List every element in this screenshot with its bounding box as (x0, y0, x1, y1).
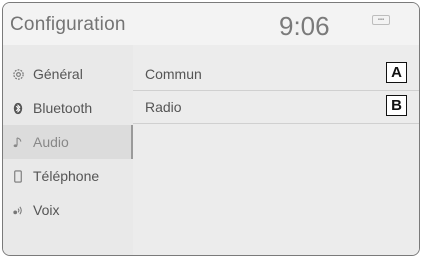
list-item-commun[interactable]: Commun A (133, 58, 419, 91)
sidebar-item-audio[interactable]: Audio (3, 125, 133, 159)
gear-icon (11, 67, 25, 81)
row-divider (133, 123, 419, 124)
sidebar-item-bluetooth[interactable]: Bluetooth (3, 91, 133, 125)
callout-marker: A (386, 62, 407, 83)
display-screen: Configuration 9:06 ▪▪▪ Général Bluetooth… (2, 2, 420, 256)
voice-icon (11, 203, 25, 217)
sidebar-item-telephone[interactable]: Téléphone (3, 159, 133, 193)
bluetooth-icon (11, 101, 25, 115)
page-title: Configuration (10, 14, 126, 35)
sidebar-item-label: Bluetooth (33, 100, 93, 116)
sidebar-item-label: Voix (33, 202, 60, 218)
music-note-icon (11, 135, 25, 149)
sidebar-item-label: Téléphone (33, 168, 100, 184)
sidebar-item-label: Général (33, 66, 83, 82)
list-item-label: Commun (145, 66, 202, 82)
sidebar: Général Bluetooth Audio Téléphone Voix (3, 45, 133, 255)
sidebar-item-general[interactable]: Général (3, 57, 133, 91)
sidebar-item-voix[interactable]: Voix (3, 193, 133, 227)
header-bar: Configuration 9:06 ▪▪▪ (3, 3, 419, 45)
list-item-radio[interactable]: Radio B (133, 91, 419, 124)
list-item-label: Radio (145, 99, 182, 115)
settings-list: Commun A Radio B (133, 45, 419, 255)
callout-marker: B (386, 95, 407, 116)
phone-icon (11, 169, 25, 183)
sidebar-item-label: Audio (33, 134, 69, 150)
clock: 9:06 (279, 11, 330, 41)
signal-status-icon: ▪▪▪ (372, 15, 390, 25)
